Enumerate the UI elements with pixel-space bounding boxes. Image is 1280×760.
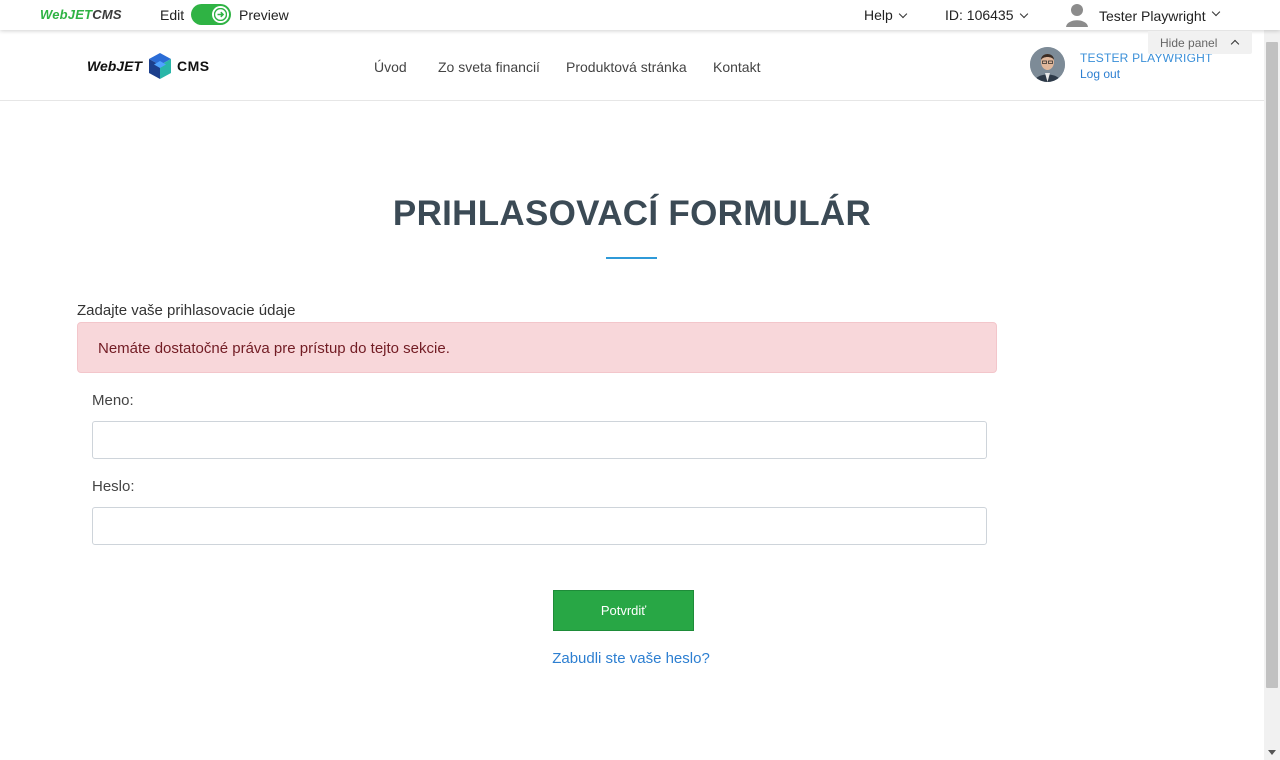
password-input[interactable] [92,507,987,545]
user-icon [1066,3,1088,27]
site-header: WebJET CMS Úvod Zo sveta financií Produk… [0,30,1264,101]
password-label: Heslo: [92,478,135,495]
chevron-down-icon [1019,9,1028,19]
forgot-password-link[interactable]: Zabudli ste vaše heslo? [552,650,710,667]
username-input[interactable] [92,421,987,459]
site-logo-right: CMS [176,58,210,74]
chevron-down-icon [1211,7,1220,17]
help-menu[interactable]: Help [864,7,908,23]
page-title: PRIHLASOVACÍ FORMULÁR [392,194,872,233]
chevron-down-icon [898,9,908,19]
user-name: Tester Playwright [1099,7,1206,24]
page-id-label: ID: 106435 [945,7,1014,23]
submit-button[interactable]: Potvrdiť [553,590,694,631]
logo-text-dark: CMS [92,7,122,22]
title-divider [606,257,657,259]
nav-item-kontakt[interactable]: Kontakt [713,59,760,75]
submit-button-label: Potvrdiť [600,603,647,618]
username-label: Meno: [92,392,134,409]
error-alert-text: Nemáte dostatočné práva pre prístup do t… [98,340,450,357]
admin-toolbar: WebJETCMS Edit Preview Help ID: 106435 T… [0,0,1280,30]
webjet-admin-logo[interactable]: WebJETCMS [40,7,122,22]
nav-item-uvod[interactable]: Úvod [374,59,407,75]
hide-panel-label: Hide panel [1160,36,1218,50]
edit-preview-toggle[interactable] [191,4,231,25]
avatar[interactable] [1030,47,1065,82]
help-label: Help [864,7,893,23]
scrollbar-thumb[interactable] [1266,42,1278,688]
form-intro-text: Zadajte vaše prihlasovacie údaje [77,302,296,319]
scroll-down-arrow-icon[interactable] [1268,750,1276,755]
preview-mode-label: Preview [239,7,289,23]
user-menu[interactable]: Tester Playwright [1066,3,1220,27]
site-logo-left: WebJET [87,58,142,74]
logout-link[interactable]: Log out [1080,67,1120,81]
hide-panel-button[interactable]: Hide panel [1148,31,1252,54]
error-alert: Nemáte dostatočné práva pre prístup do t… [77,322,997,373]
logo-text-green: WebJET [40,7,93,22]
chevron-up-icon [1230,39,1240,49]
edit-mode-label: Edit [160,7,185,23]
nav-item-financie[interactable]: Zo sveta financií [438,59,540,75]
nav-item-produkty[interactable]: Produktová stránka [566,59,687,75]
cube-logo-icon [148,53,171,79]
page-id-menu[interactable]: ID: 106435 [945,7,1028,23]
forgot-password-link-row: Zabudli ste vaše heslo? [0,650,1264,667]
arrow-right-icon [212,6,229,23]
page-scrollbar[interactable] [1264,30,1280,760]
site-logo[interactable]: WebJET CMS [87,53,210,79]
